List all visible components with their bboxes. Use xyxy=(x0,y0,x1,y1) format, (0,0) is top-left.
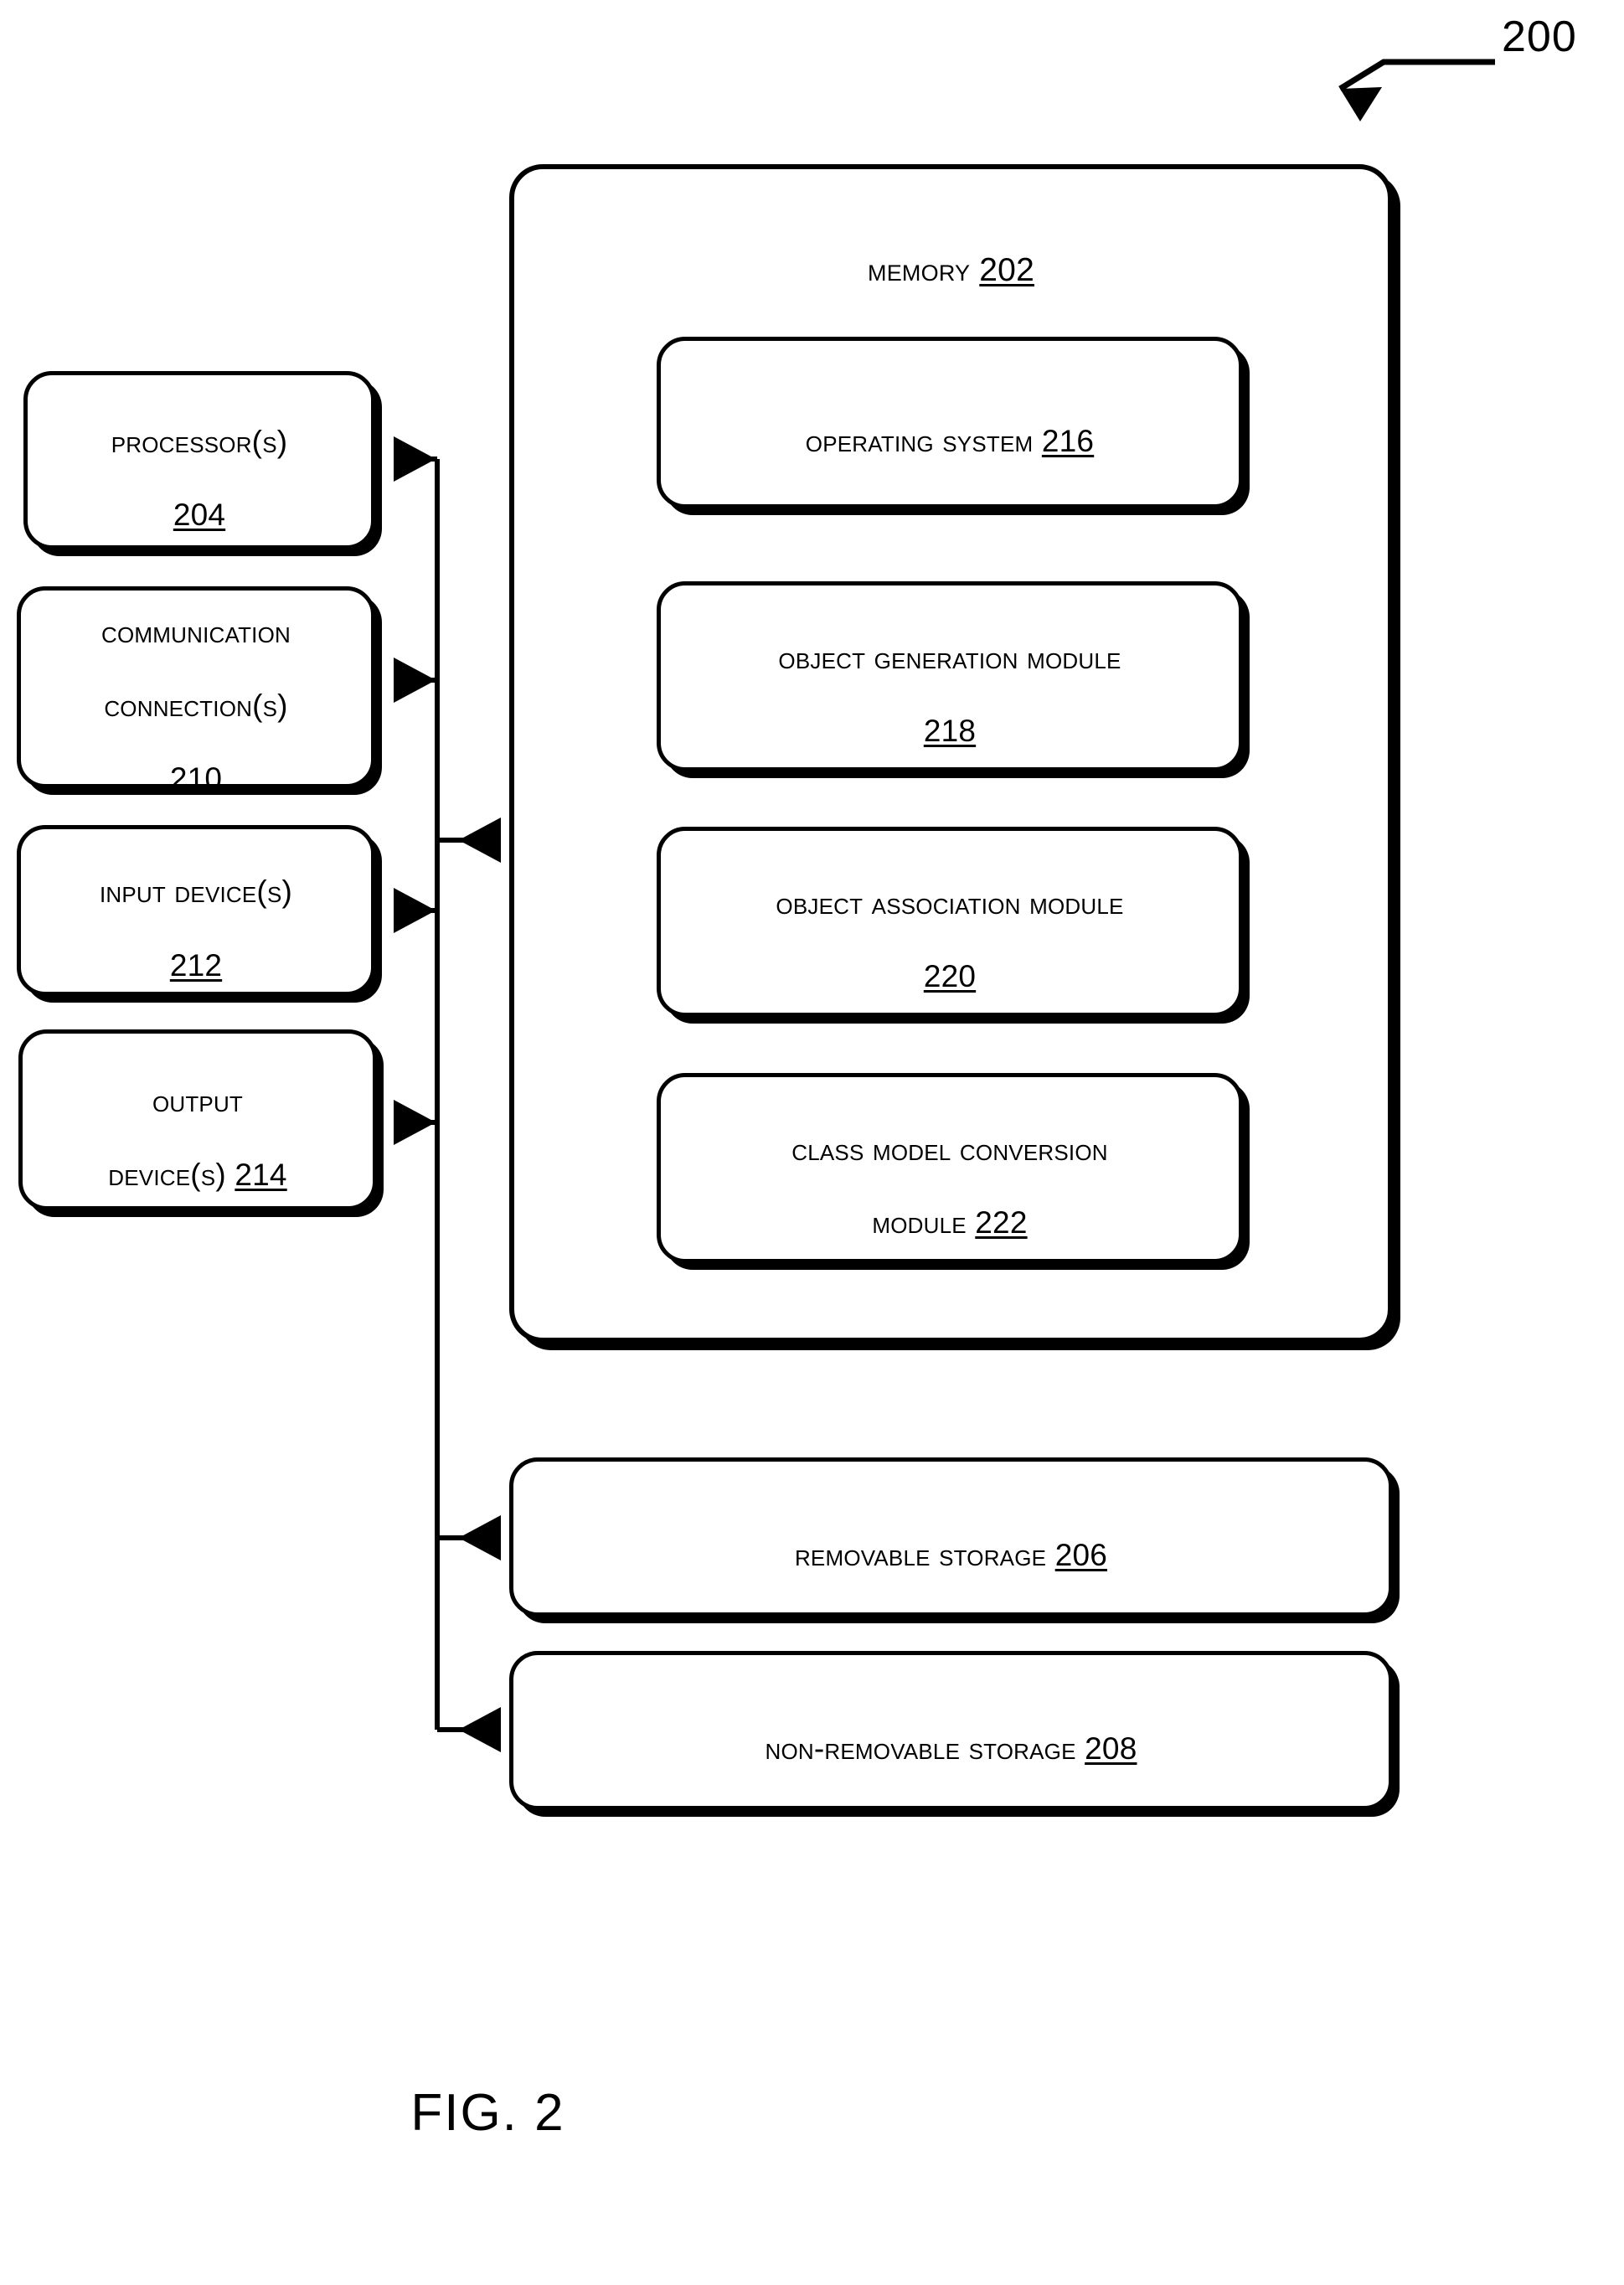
storage-ref: 208 xyxy=(1085,1731,1137,1766)
peripheral-ref: 204 xyxy=(173,498,226,533)
peripheral-input-devices: Input Device(s) 212 xyxy=(17,825,375,996)
module-ref: 222 xyxy=(975,1205,1028,1241)
memory-title-text: Memory xyxy=(868,252,971,289)
peripheral-line1: Input Device(s) xyxy=(99,874,293,910)
peripheral-ref: 212 xyxy=(169,947,223,983)
module-label: Object Generation Module 218 xyxy=(766,603,1132,750)
module-ref: 216 xyxy=(1041,423,1095,458)
module-line1: Class Model Conversion xyxy=(791,1132,1108,1167)
module-ref: 218 xyxy=(923,714,977,749)
figure-caption: FIG. 2 xyxy=(410,2084,565,2142)
peripheral-line2: Connection(s) xyxy=(104,688,288,723)
peripheral-label: Input Device(s) 212 xyxy=(88,838,304,984)
module-class-model-conversion: Class Model Conversion Module 222 xyxy=(657,1073,1243,1263)
peripheral-label: Output Device(s) 214 xyxy=(96,1047,298,1194)
storage-removable: Removable Storage 206 xyxy=(509,1457,1393,1617)
peripheral-line1: Output xyxy=(152,1084,244,1119)
storage-label: Removable Storage 206 xyxy=(783,1500,1119,1573)
peripheral-line2: Device(s) xyxy=(108,1157,226,1192)
module-line1: Object Association Module xyxy=(776,885,1124,921)
peripheral-line1: Processor(s) xyxy=(111,424,288,459)
peripheral-line1: Communication xyxy=(101,615,291,650)
module-object-association: Object Association Module 220 xyxy=(657,827,1243,1017)
module-label: Object Association Module 220 xyxy=(764,848,1135,995)
module-label: Operating System 216 xyxy=(794,386,1106,459)
storage-text: Non-removable Storage xyxy=(765,1731,1076,1766)
module-object-generation: Object Generation Module 218 xyxy=(657,581,1243,771)
peripheral-label: Communication Connection(s) 210 xyxy=(90,578,302,797)
module-line1: Object Generation Module xyxy=(778,640,1121,675)
peripheral-output-devices: Output Device(s) 214 xyxy=(18,1029,377,1210)
peripheral-ref: 210 xyxy=(169,761,223,796)
figure-callout-200: 200 xyxy=(1502,13,1577,61)
memory-title: Memory 202 xyxy=(856,213,1046,290)
module-line2: Module xyxy=(872,1205,967,1241)
storage-label: Non-removable Storage 208 xyxy=(754,1694,1149,1767)
peripheral-communication-connections: Communication Connection(s) 210 xyxy=(17,586,375,796)
storage-non-removable: Non-removable Storage 208 xyxy=(509,1651,1393,1810)
storage-text: Removable Storage xyxy=(794,1538,1047,1572)
module-label: Class Model Conversion Module 222 xyxy=(780,1095,1119,1241)
module-ref: 220 xyxy=(923,959,977,994)
memory-title-ref: 202 xyxy=(979,252,1034,289)
patent-figure-2: 200 Memory 202 Operating System 216 Obje… xyxy=(0,0,1624,2285)
peripheral-ref: 214 xyxy=(235,1157,287,1192)
storage-ref: 206 xyxy=(1054,1538,1108,1572)
module-operating-system: Operating System 216 xyxy=(657,337,1243,508)
callout-leader-line xyxy=(1338,59,1495,91)
peripheral-processors: Processor(s) 204 xyxy=(23,371,375,549)
peripheral-label: Processor(s) 204 xyxy=(100,387,300,534)
callout-arrowhead xyxy=(1340,87,1382,121)
module-line1: Operating System xyxy=(805,423,1034,458)
